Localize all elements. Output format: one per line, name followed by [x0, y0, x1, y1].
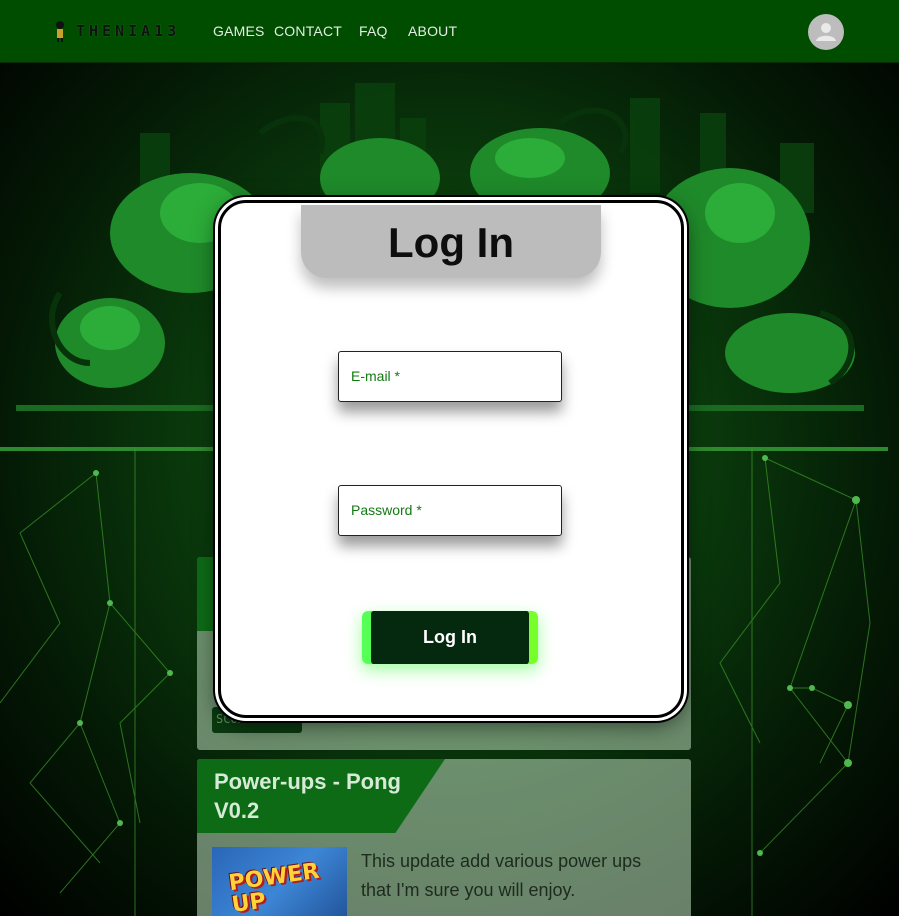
email-input[interactable] [339, 352, 561, 401]
dialog-title: Log In [388, 219, 514, 266]
user-avatar-button[interactable] [808, 14, 844, 50]
card-description: This update add various power ups that I… [361, 851, 642, 900]
card-title: Power-ups - Pong V0.2 [214, 769, 401, 823]
password-input[interactable] [339, 486, 561, 535]
news-card[interactable]: Power-ups - Pong V0.2 POWER UP This upda… [197, 759, 691, 916]
brand-logo-link[interactable]: THENIA13 [52, 19, 180, 43]
nav-link-about[interactable]: ABOUT [408, 23, 457, 39]
email-field[interactable]: E-mail * [338, 351, 562, 402]
thumbnail-logo-text: POWER UP [227, 858, 321, 916]
top-navbar: THENIA13 GAMES CONTACT FAQ ABOUT [0, 0, 899, 63]
nav-link-faq[interactable]: FAQ [359, 23, 388, 39]
card-thumbnail: POWER UP [212, 847, 347, 916]
nav-link-games[interactable]: GAMES [213, 23, 265, 39]
person-icon [816, 23, 836, 41]
password-field[interactable]: Password * [338, 485, 562, 536]
dialog-header-tab: Log In [301, 205, 601, 278]
login-button-frame: Log In [362, 611, 538, 664]
brand-name: THENIA13 [76, 22, 181, 40]
login-dialog: Log In E-mail * Password * Log In [218, 200, 684, 718]
login-submit-button[interactable]: Log In [371, 611, 529, 664]
nav-link-contact[interactable]: CONTACT [274, 23, 342, 39]
brand-figure-icon [56, 21, 64, 42]
